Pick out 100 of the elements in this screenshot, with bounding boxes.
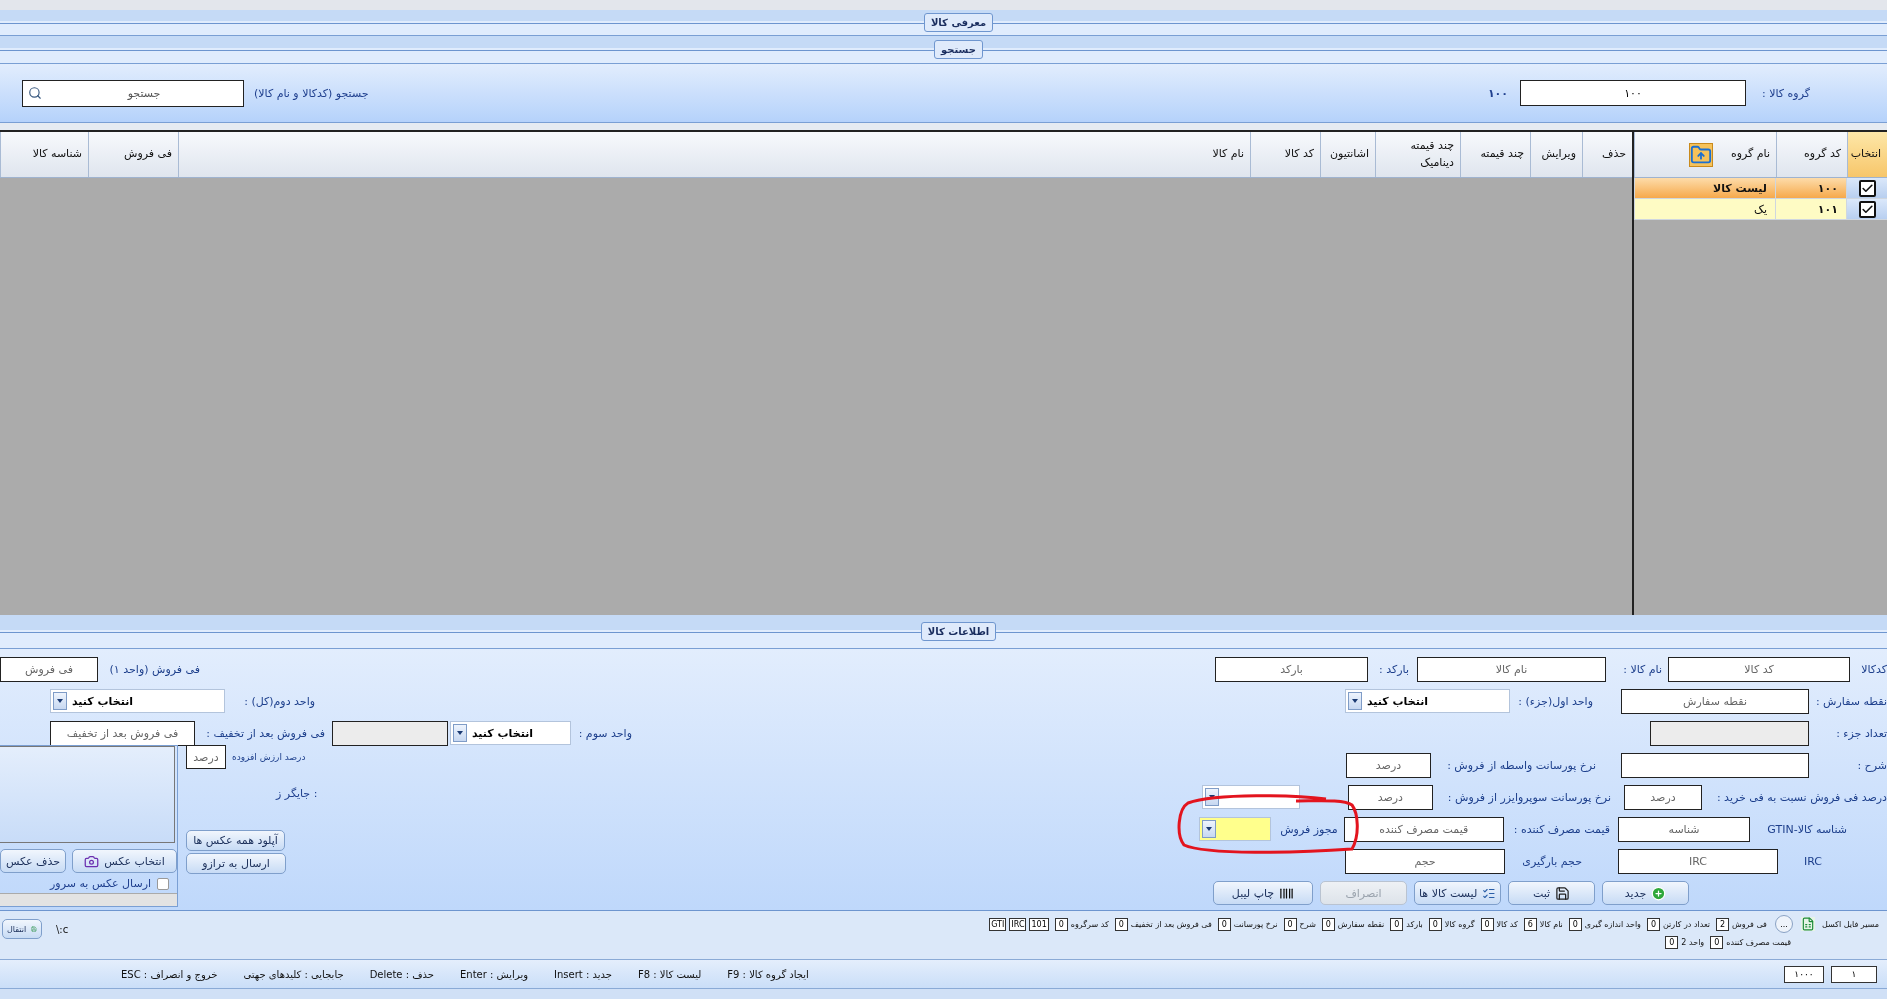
shortcut-hint: جابجایی : کلیدهای جهتی <box>243 968 344 980</box>
value-field[interactable]: 0 <box>1054 917 1068 931</box>
input-field[interactable]: فی فروش <box>0 656 98 682</box>
input-field[interactable]: کد کالا <box>1668 656 1850 682</box>
search-field[interactable]: جستجو <box>22 79 244 107</box>
shortcut-hint: ویرایش : Enter <box>460 968 529 980</box>
field-label: تعداد جزء : <box>1835 726 1887 740</box>
field-label: کدکالا <box>1860 662 1887 676</box>
dropdown[interactable]: انتخاب کنید <box>50 689 225 713</box>
counter-field: ۱ <box>1831 965 1877 983</box>
field-label: مجوز فروش <box>1279 822 1338 836</box>
column-header[interactable]: کد کالا <box>1250 132 1320 177</box>
value-field[interactable]: 0 <box>1283 917 1297 931</box>
spreadsheet-icon[interactable] <box>1800 917 1815 931</box>
value-field[interactable]: 0 <box>1390 917 1404 931</box>
value-field[interactable]: 101 <box>1029 917 1049 931</box>
input-field[interactable]: درصد <box>1347 784 1433 810</box>
column-header[interactable]: انتخاب <box>1847 132 1887 177</box>
input-field[interactable]: درصد <box>186 745 226 769</box>
shortcut-hint: خروج و انصراف : ESC <box>121 968 218 980</box>
value-field[interactable]: GTI <box>989 917 1007 931</box>
column-header[interactable]: ویرایش <box>1530 132 1582 177</box>
column-label: قیمت مصرف کننده <box>1726 938 1791 947</box>
column-label: نرخ پورسانت <box>1233 919 1278 929</box>
input-field[interactable]: بارکد <box>1215 656 1368 682</box>
value-field[interactable]: 0 <box>1646 917 1660 931</box>
field-label: گروه کالا : <box>1762 86 1810 100</box>
input-field[interactable]: ۱۰۰ <box>1520 80 1747 106</box>
column-label: تعداد در کارتن <box>1662 919 1710 929</box>
photo-button[interactable]: انتخاب عکس <box>72 849 177 873</box>
field-label: حجم بارگیری <box>1521 854 1582 868</box>
folder-up-icon[interactable] <box>1688 142 1713 167</box>
checkbox[interactable] <box>157 877 169 890</box>
column-header[interactable]: نام کالا <box>178 132 1250 177</box>
checkbox[interactable] <box>1858 200 1876 218</box>
input-field[interactable]: قیمت مصرف کننده <box>1343 816 1504 842</box>
field-label: جایگر ز : <box>276 787 318 800</box>
input-field[interactable]: فی فروش بعد از تخفیف <box>50 720 195 746</box>
table-cell: لیست کالا <box>1634 178 1775 198</box>
field-label: نرخ پورسانت سوپروایزر از فروش : <box>1447 790 1611 804</box>
column-header[interactable]: اشانتیون <box>1320 132 1375 177</box>
input-field[interactable] <box>1621 752 1809 778</box>
group-row[interactable]: ۱۰۰ لیست کالا <box>1634 178 1887 199</box>
transfer-button[interactable]: انتقال <box>2 919 42 939</box>
input-field[interactable]: نام کالا <box>1417 656 1606 682</box>
action-button[interactable]: ثبت <box>1508 881 1595 905</box>
field-label: نرخ پورسانت واسطه از فروش : <box>1446 758 1596 772</box>
upload-button[interactable]: ارسال به ترازو <box>186 853 286 874</box>
upload-button[interactable]: آپلود همه عکس ها <box>186 830 285 851</box>
value-field[interactable]: 0 <box>1428 917 1442 931</box>
value-field[interactable]: 0 <box>1568 917 1582 931</box>
field-label: IRC <box>1802 854 1822 868</box>
shortcut-hint: جدید : Insert <box>554 968 612 980</box>
photo-button[interactable]: حذف عکس <box>0 849 66 873</box>
dropdown[interactable]: انتخاب کنید <box>450 721 571 745</box>
column-header[interactable]: فی فروش <box>88 132 178 177</box>
checkbox[interactable] <box>1858 179 1876 197</box>
value-field[interactable]: 0 <box>1321 917 1335 931</box>
value-field[interactable]: 0 <box>1480 917 1494 931</box>
value-field[interactable]: 0 <box>1114 917 1128 931</box>
value-field[interactable]: 0 <box>1217 917 1231 931</box>
value-field[interactable]: 2 <box>1716 917 1729 931</box>
input-field[interactable]: شناسه <box>1618 816 1750 842</box>
action-button[interactable]: جدید <box>1602 881 1689 905</box>
action-button[interactable]: لیست کالا ها <box>1414 881 1501 905</box>
dropdown[interactable]: انتخاب کنید <box>1345 689 1510 713</box>
column-header[interactable]: چند قیمته <box>1460 132 1530 177</box>
column-header[interactable]: حذف <box>1582 132 1632 177</box>
action-button[interactable]: چاپ لیبل <box>1213 881 1313 905</box>
input-field[interactable]: نقطه سفارش <box>1621 688 1809 714</box>
column-header[interactable]: کد گروه <box>1776 132 1847 177</box>
column-header[interactable]: شناسه کالا <box>0 132 88 177</box>
checkmark-icon <box>1860 181 1874 195</box>
barcode-icon <box>1279 885 1295 901</box>
plus-icon <box>1651 885 1667 901</box>
browse-button[interactable]: ... <box>1774 915 1793 933</box>
camera-icon <box>84 853 100 869</box>
input-field[interactable]: IRC <box>1618 848 1778 874</box>
value-field[interactable]: 0 <box>1710 936 1724 949</box>
column-header[interactable]: نام گروه <box>1634 132 1776 177</box>
caret-icon <box>453 724 467 742</box>
path-text: c:\ <box>56 923 69 935</box>
input-field[interactable]: درصد <box>1624 784 1702 810</box>
field-label: واحد دوم(کل) : <box>243 694 315 708</box>
column-label: نام کالا <box>1539 919 1563 929</box>
scrollbar[interactable] <box>0 893 177 906</box>
field-label: نقطه سفارش : <box>1815 694 1887 708</box>
group-row[interactable]: ۱۰۱ یک <box>1634 199 1887 220</box>
value-field[interactable]: IRC <box>1009 917 1027 931</box>
search-icon <box>28 85 42 100</box>
input-field[interactable]: حجم <box>1345 848 1505 874</box>
field-label: شناسه کالا-GTIN <box>1766 822 1847 836</box>
value-field[interactable]: 0 <box>1665 936 1679 949</box>
value-field[interactable]: 6 <box>1523 917 1537 931</box>
dropdown[interactable] <box>1198 817 1271 841</box>
input-field[interactable]: درصد <box>1346 752 1431 778</box>
column-label: گروه کالا <box>1444 919 1475 929</box>
field-label: واحد سوم : <box>577 726 632 740</box>
column-header[interactable]: چند قیمته دینامیک <box>1375 132 1460 177</box>
field-label: شرح : <box>1856 758 1887 772</box>
